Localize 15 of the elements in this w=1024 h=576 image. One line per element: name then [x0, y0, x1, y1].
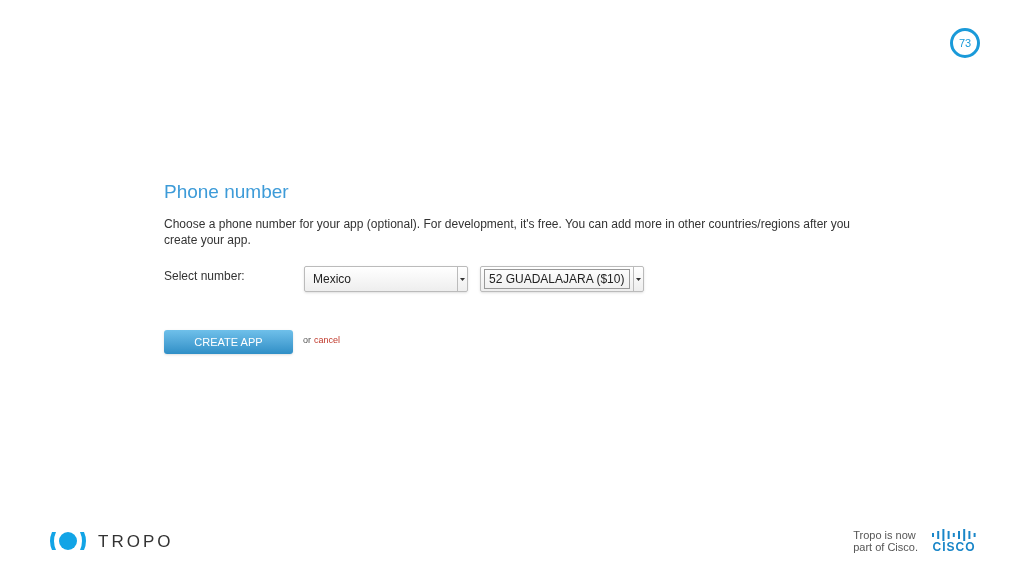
logo-text: TROPO [98, 530, 174, 553]
note-line: part of Cisco. [853, 541, 918, 554]
note-line: Tropo is now [853, 529, 917, 542]
section-title: Phone number [164, 180, 290, 204]
or-text: or [303, 334, 311, 347]
bars-icon [930, 528, 978, 541]
dropdown[interactable]: 52 GUADALAJARA ($10) [480, 266, 644, 292]
description: Choose a phone number for your app (optional). For development, it's free. You can add more in other countries/regions after you create your app. [164, 216, 852, 248]
dropdown[interactable]: Mexico [304, 266, 468, 292]
partner-logo-text: CISCO [932, 540, 976, 554]
page-number: 73 [950, 28, 980, 58]
caret-icon [636, 277, 641, 281]
cancel-link[interactable]: cancel [314, 334, 341, 348]
field-label: Select number: [164, 268, 246, 285]
caret-icon [460, 277, 465, 281]
